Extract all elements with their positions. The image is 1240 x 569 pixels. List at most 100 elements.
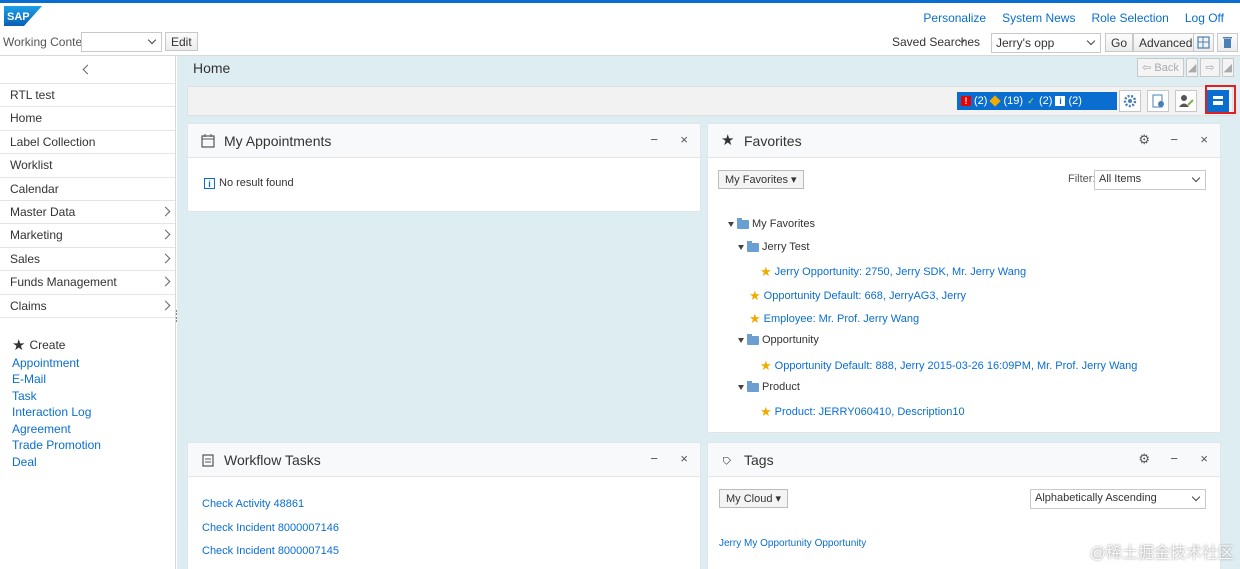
saved-search-select[interactable]: Jerry's opp (991, 33, 1101, 53)
sidebar-item[interactable]: Claims (0, 295, 175, 318)
minimize-icon[interactable]: − (650, 451, 658, 466)
tag-sort-select[interactable]: Alphabetically Ascending (1030, 489, 1206, 509)
minimize-icon[interactable]: − (1170, 451, 1178, 466)
back-menu-button[interactable]: ◢ (1185, 58, 1199, 77)
info-count: (2) (1068, 95, 1082, 107)
create-link[interactable]: Deal (12, 454, 165, 471)
chevron-left-icon (82, 64, 93, 75)
task-link[interactable]: Check Incident 8000007145 (202, 540, 339, 564)
sidebar-item[interactable]: Calendar (0, 178, 175, 201)
export-icon[interactable] (1193, 33, 1214, 52)
folder-icon (747, 240, 759, 252)
favorites-title: Favorites (744, 133, 802, 149)
success-count: (2) (1039, 95, 1053, 107)
create-link[interactable]: E-Mail (12, 371, 165, 388)
chevron-right-icon (160, 229, 171, 240)
tag-link[interactable]: Jerry My Opportunity Opportunity (719, 538, 866, 549)
minimize-icon[interactable]: − (1170, 132, 1178, 147)
sap-logo[interactable]: SAP (4, 6, 42, 26)
folder-icon (747, 380, 759, 392)
sidebar-item[interactable]: Master Data (0, 201, 175, 225)
expand-icon (738, 384, 744, 390)
tree-root[interactable]: My Favorites (728, 217, 815, 230)
chevron-down-icon (1191, 173, 1201, 183)
close-icon[interactable]: × (1200, 451, 1208, 466)
chevron-right-icon (160, 206, 171, 217)
context-bar: Working Context: Edit Saved Searches Jer… (0, 31, 1240, 56)
tree-folder[interactable]: Jerry Test (738, 240, 809, 253)
create-links: Appointment E-Mail Task Interaction Log Agre… (12, 355, 165, 471)
sidebar-item-label: RTL test (10, 88, 55, 102)
create-header: ★ Create (12, 336, 165, 354)
favorites-panel: ★ Favorites ⚙ − × My Favorites ▾ Filter:… (707, 123, 1221, 433)
error-icon: ! (961, 96, 971, 106)
system-news-link[interactable]: System News (1002, 11, 1075, 25)
close-icon[interactable]: × (680, 451, 688, 466)
favorite-item[interactable]: ★ Product: JERRY060410, Description10 (760, 404, 965, 420)
create-link[interactable]: Appointment (12, 355, 165, 372)
sidebar-item[interactable]: Label Collection (0, 131, 175, 155)
create-link[interactable]: Interaction Log (12, 404, 165, 421)
go-button[interactable]: Go (1105, 33, 1134, 52)
personalize-link[interactable]: Personalize (923, 11, 986, 25)
sidebar-item[interactable]: Sales (0, 248, 175, 272)
workflow-panel: Workflow Tasks − × Check Activity 48861 C… (187, 442, 701, 569)
star-icon: ★ (760, 264, 772, 279)
add-page-icon[interactable] (1147, 90, 1169, 112)
workflow-header: Workflow Tasks − × (188, 443, 700, 477)
edit-button[interactable]: Edit (165, 32, 198, 51)
create-link[interactable]: Trade Promotion (12, 437, 165, 454)
favorite-item[interactable]: ★ Employee: Mr. Prof. Jerry Wang (749, 311, 919, 327)
log-off-link[interactable]: Log Off (1185, 11, 1224, 25)
chevron-right-icon (160, 300, 171, 310)
sidebar-item[interactable]: RTL test (0, 84, 175, 108)
filter-select[interactable]: All Items (1094, 170, 1206, 190)
forward-button[interactable]: ⇨ (1200, 58, 1220, 77)
role-selection-link[interactable]: Role Selection (1091, 11, 1168, 25)
trash-icon[interactable] (1217, 33, 1238, 52)
sidebar-item[interactable]: Home (0, 107, 175, 131)
tree-folder[interactable]: Product (738, 380, 800, 393)
top-links: Personalize System News Role Selection L… (923, 11, 1224, 25)
chevron-down-icon (1086, 36, 1096, 46)
back-button[interactable]: ⇦ Back (1137, 58, 1184, 77)
task-link[interactable]: Check Incident 8000007144 (202, 564, 339, 569)
highlight-box (1205, 85, 1236, 114)
sidebar-nav: RTL test Home Label Collection Worklist Cale… (0, 84, 175, 318)
settings-icon[interactable] (1119, 90, 1141, 112)
main-area: Home ⇦ Back ◢ ⇨ ◢ ! (2) (19) ✓ (2) i (2) (177, 56, 1240, 569)
saved-searches-label[interactable]: Saved Searches (892, 35, 980, 49)
sidebar-item[interactable]: Worklist (0, 154, 175, 178)
create-link[interactable]: Agreement (12, 421, 165, 438)
my-cloud-dropdown[interactable]: My Cloud ▾ (719, 489, 789, 508)
star-icon: ★ (749, 288, 761, 303)
create-link[interactable]: Task (12, 388, 165, 405)
svg-text:SAP: SAP (7, 11, 30, 23)
tree-folder[interactable]: Opportunity (738, 333, 819, 346)
sidebar-item[interactable]: Marketing (0, 224, 175, 248)
collapse-sidebar-button[interactable] (0, 56, 175, 84)
sidebar-item-label: Master Data (10, 204, 76, 219)
forward-menu-button[interactable]: ◢ (1221, 58, 1234, 77)
task-link[interactable]: Check Incident 8000007146 (202, 517, 339, 541)
favorite-item[interactable]: ★ Jerry Opportunity: 2750, Jerry SDK, Mr.… (760, 264, 1026, 280)
close-icon[interactable]: × (680, 132, 688, 147)
favorite-item[interactable]: ★ Opportunity Default: 668, JerryAG3, Jer… (749, 288, 966, 304)
task-link[interactable]: Check Activity 48861 (202, 493, 339, 517)
working-context-select[interactable] (81, 32, 162, 52)
sidebar-item[interactable]: Funds Management (0, 271, 175, 295)
message-bar[interactable]: ! (2) (19) ✓ (2) i (2) (957, 92, 1117, 110)
workflow-title: Workflow Tasks (224, 452, 321, 468)
favorite-item[interactable]: ★ Opportunity Default: 888, Jerry 2015-03… (760, 358, 1137, 374)
appointments-title: My Appointments (224, 133, 332, 149)
star-icon: ★ (749, 311, 761, 326)
close-icon[interactable]: × (1200, 132, 1208, 147)
minimize-icon[interactable]: − (650, 132, 658, 147)
star-new-icon: ★ (12, 336, 26, 354)
my-favorites-dropdown[interactable]: My Favorites ▾ (718, 170, 804, 189)
personalize-user-icon[interactable] (1175, 90, 1197, 112)
personalize-panel-icon[interactable]: ⚙ (1138, 451, 1150, 467)
info-icon: i (1055, 96, 1066, 106)
personalize-panel-icon[interactable]: ⚙ (1138, 132, 1150, 148)
advanced-button[interactable]: Advanced (1133, 33, 1199, 52)
